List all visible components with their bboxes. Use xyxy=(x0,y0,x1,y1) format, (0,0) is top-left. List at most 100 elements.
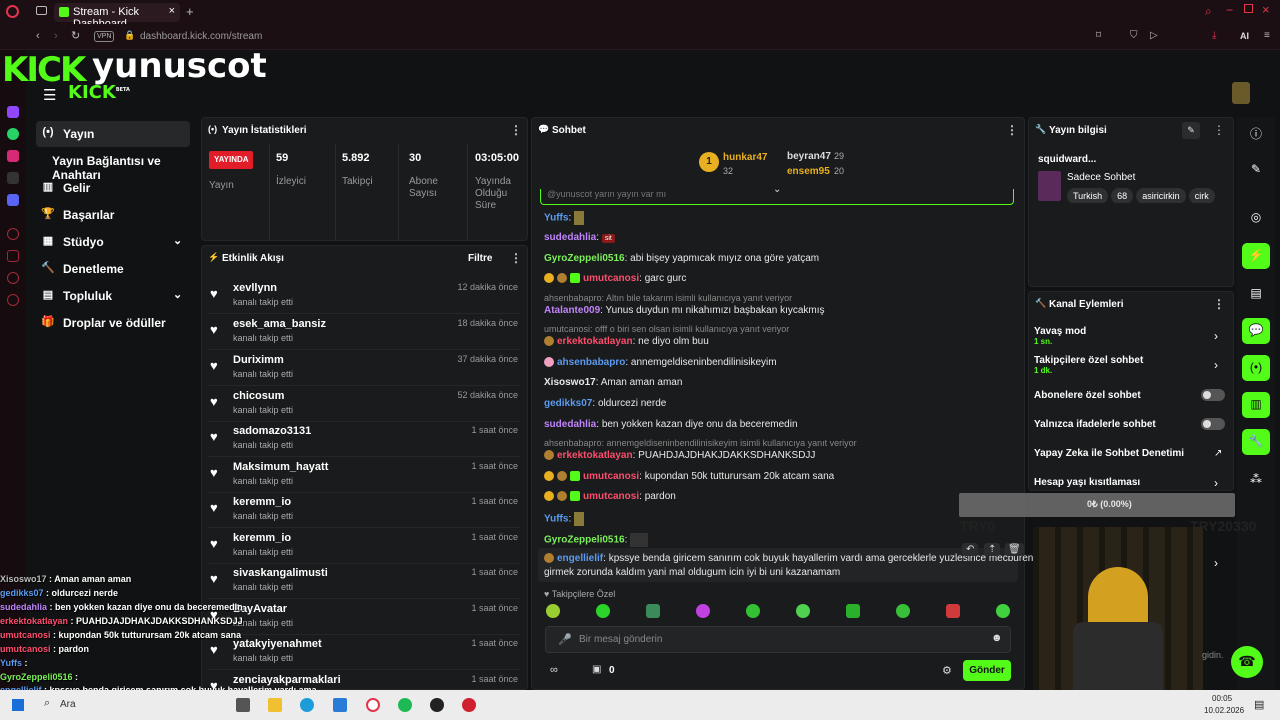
minimize-button[interactable]: − xyxy=(1226,3,1233,17)
bolt-tool-icon[interactable]: ⚡ xyxy=(1242,243,1270,269)
support-chat-button[interactable]: ☎ xyxy=(1231,646,1263,678)
forward-icon[interactable]: › xyxy=(54,30,58,42)
discord-icon[interactable] xyxy=(7,194,19,206)
pin-icon[interactable]: ⇡ xyxy=(984,543,1001,556)
chevron-right-icon[interactable]: › xyxy=(1214,329,1218,343)
wallet-icon[interactable] xyxy=(7,250,19,262)
nav-stream-key[interactable]: Yayın Bağlantısı ve Anahtarı xyxy=(36,148,206,182)
followers-only-setting[interactable]: Takipçilere özel sohbet 1 dk. xyxy=(1034,355,1143,375)
top-gifter-3-name[interactable]: ensem95 xyxy=(787,166,830,177)
gift-icon[interactable]: ▣ xyxy=(592,664,601,675)
emote-icon[interactable] xyxy=(546,604,560,618)
hamburger-menu-icon[interactable]: ☰ xyxy=(43,86,56,104)
kebab-menu-icon[interactable]: ⋮ xyxy=(1213,297,1225,311)
top-gifter-1[interactable]: 1 xyxy=(699,152,719,172)
top-gifter-1-name[interactable]: hunkar47 xyxy=(723,152,767,163)
kebab-menu-icon[interactable]: ⋮ xyxy=(1006,123,1018,137)
notification-icon[interactable]: ▤ xyxy=(1254,698,1264,711)
delete-icon[interactable]: 🗑 xyxy=(1005,543,1024,556)
broadcast-tool-icon[interactable]: (•) xyxy=(1242,355,1270,381)
emote-icon[interactable] xyxy=(896,604,910,618)
chevron-right-icon[interactable]: › xyxy=(1214,556,1218,570)
emote-icon[interactable] xyxy=(946,604,960,618)
edit-icon[interactable]: ✎ xyxy=(1182,122,1200,139)
send-icon[interactable] xyxy=(7,272,19,284)
media-icon[interactable] xyxy=(462,698,476,712)
download-icon[interactable]: ⤓ xyxy=(1212,30,1216,41)
pinned-message[interactable]: @yunuscot yarın yayın var mı xyxy=(540,189,1014,205)
document-icon[interactable]: ▤ xyxy=(1242,281,1270,307)
kick-dashboard-logo[interactable]: KICKBETA xyxy=(68,82,130,103)
kebab-menu-icon[interactable]: ⋮ xyxy=(510,251,522,265)
info-icon[interactable]: ⓘ xyxy=(1242,120,1270,146)
vpn-badge[interactable]: VPN xyxy=(94,31,115,42)
emote-icon[interactable] xyxy=(746,604,760,618)
chat-input[interactable]: 🎤 Bir mesaj gönderin ☻ xyxy=(545,626,1011,653)
maximize-button[interactable] xyxy=(1244,4,1253,13)
whatsapp-icon[interactable] xyxy=(7,128,19,140)
chevron-right-icon[interactable]: › xyxy=(1214,358,1218,372)
history-icon[interactable] xyxy=(7,228,19,240)
play-icon[interactable]: ▷ xyxy=(1150,30,1158,41)
user-avatar[interactable] xyxy=(1232,82,1250,104)
microphone-icon[interactable]: 🎤 xyxy=(558,633,572,646)
bookmark-icon[interactable]: ⌑ xyxy=(1096,30,1101,41)
clock-date[interactable]: 10.02.2026 xyxy=(1204,706,1244,715)
close-window-button[interactable]: × xyxy=(1262,2,1270,17)
taskbar-search[interactable]: Ara xyxy=(60,699,76,710)
kebab-menu-icon[interactable]: ⋮ xyxy=(1213,123,1225,137)
chat-tool-icon[interactable]: 💬 xyxy=(1242,318,1270,344)
nav-drops[interactable]: 🎁 Droplar ve ödüller xyxy=(36,310,190,336)
gear-icon[interactable]: ⚙ xyxy=(942,664,952,677)
nav-moderation[interactable]: 🔨 Denetleme xyxy=(36,256,190,282)
send-button[interactable]: Gönder xyxy=(963,660,1011,681)
emoji-icon[interactable]: ☻ xyxy=(991,632,1003,644)
menu-icon[interactable]: ≡ xyxy=(1264,30,1270,41)
spotify-icon[interactable] xyxy=(398,698,412,712)
browser-tab-kick[interactable]: Stream - Kick Dashboard× xyxy=(54,3,180,30)
stats-tool-icon[interactable]: ▥ xyxy=(1242,392,1270,418)
chevron-right-icon[interactable]: › xyxy=(1214,476,1218,490)
external-link-icon[interactable]: ↗ xyxy=(1214,448,1222,459)
search-icon[interactable]: ⌕ xyxy=(44,697,50,710)
settings-icon[interactable] xyxy=(7,294,19,306)
kebab-menu-icon[interactable]: ⋮ xyxy=(510,123,522,137)
tag-chip[interactable]: 68 xyxy=(1111,188,1134,203)
tag-chip[interactable]: cirk xyxy=(1188,188,1215,203)
opera-taskbar-icon[interactable] xyxy=(366,698,380,712)
subscribers-only-toggle[interactable] xyxy=(1201,389,1225,401)
tag-chip[interactable]: Turkish xyxy=(1067,188,1109,203)
filter-button[interactable]: Filtre xyxy=(468,253,492,264)
workspaces-icon[interactable] xyxy=(36,6,47,15)
ai-moderation-setting[interactable]: Yapay Zeka ile Sohbet Denetimi xyxy=(1034,448,1184,459)
tag-chip[interactable]: asiricirkin xyxy=(1136,188,1186,203)
focus-icon[interactable]: ◎ xyxy=(1242,205,1270,231)
url-text[interactable]: dashboard.kick.com/stream xyxy=(140,31,262,42)
nav-revenue[interactable]: ▥ Gelir xyxy=(36,175,190,201)
instagram-icon[interactable] xyxy=(7,150,19,162)
nav-studio[interactable]: ▦ Stüdyo ⌄ xyxy=(36,229,190,255)
emote-icon[interactable] xyxy=(996,604,1010,618)
ai-button[interactable]: AI xyxy=(1240,31,1249,41)
shield-icon[interactable]: ⛉ xyxy=(1130,30,1138,41)
emote-icon[interactable] xyxy=(646,604,660,618)
opera-icon[interactable] xyxy=(6,5,19,18)
reply-icon[interactable]: ↶ xyxy=(962,543,979,556)
emote-icon[interactable] xyxy=(796,604,810,618)
search-tabs-icon[interactable]: ⌕ xyxy=(1205,4,1212,19)
emote-icon[interactable] xyxy=(596,604,610,618)
back-icon[interactable]: ‹ xyxy=(36,30,40,42)
pencil-icon[interactable]: ✎ xyxy=(1242,157,1270,183)
app-icon[interactable] xyxy=(430,698,444,712)
edge-icon[interactable] xyxy=(300,698,314,712)
nav-community[interactable]: ▤ Topluluk ⌄ xyxy=(36,283,190,309)
store-icon[interactable] xyxy=(333,698,347,712)
shapes-icon[interactable]: ⁂ xyxy=(1242,467,1270,493)
slow-mode-setting[interactable]: Yavaş mod 1 sn. xyxy=(1034,326,1086,346)
wrench-tool-icon[interactable]: 🔧 xyxy=(1242,429,1270,455)
task-view-icon[interactable] xyxy=(236,698,250,712)
nav-achievements[interactable]: 🏆 Başarılar xyxy=(36,202,190,228)
tab-close-icon[interactable]: × xyxy=(169,5,175,17)
emote-icon[interactable] xyxy=(846,604,860,618)
clock-time[interactable]: 00:05 xyxy=(1212,694,1232,703)
